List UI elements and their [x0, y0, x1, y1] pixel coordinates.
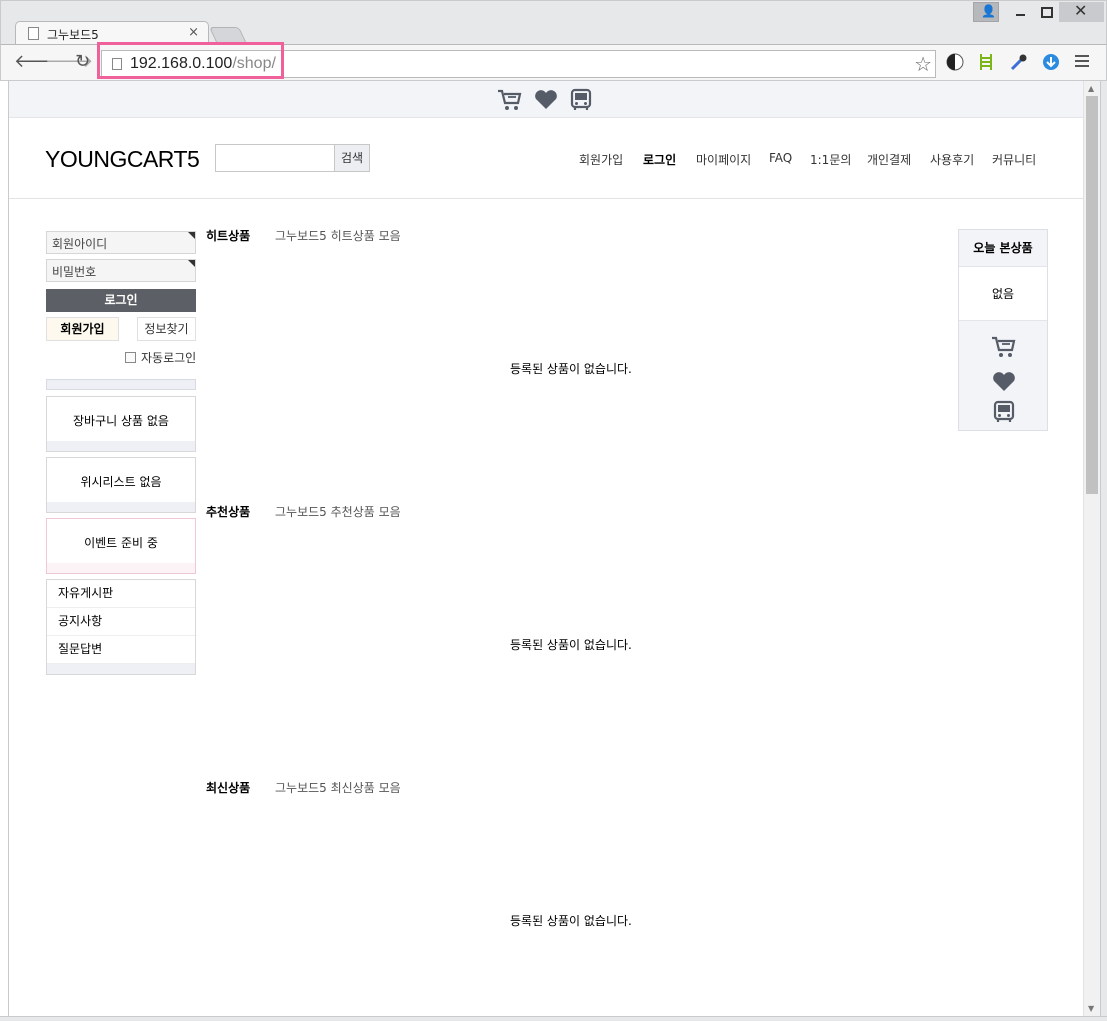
board-link-free[interactable]: 자유게시판 [47, 580, 195, 608]
nav-community[interactable]: 커뮤니티 [992, 151, 1036, 168]
section-title-recommend[interactable]: 추천상품 [206, 503, 250, 520]
wishlist-heart-icon[interactable] [991, 370, 1017, 394]
auto-login-checkbox[interactable] [125, 352, 136, 363]
download-extension-icon[interactable] [1041, 53, 1061, 73]
ladder-extension-icon[interactable] [976, 53, 996, 73]
page-viewport: YOUNGCART5 검색 회원가입 로그인 마이페이지 FAQ 1:1문의 개… [8, 81, 1083, 1016]
password-input[interactable]: 비밀번호 [46, 259, 196, 282]
board-list: 자유게시판 공지사항 질문답변 [46, 579, 196, 675]
site-logo[interactable]: YOUNGCART5 [45, 146, 200, 173]
find-info-button[interactable]: 정보찾기 [137, 317, 196, 341]
event-panel: 이벤트 준비 중 [46, 518, 196, 574]
section-desc-new: 그누보드5 최신상품 모음 [275, 781, 401, 795]
user-profile-button[interactable]: 👤 [973, 2, 999, 22]
wishlist-heart-icon[interactable] [533, 88, 559, 112]
bus-icon[interactable] [991, 400, 1017, 424]
vertical-scrollbar[interactable]: ▲ ▼ [1083, 81, 1100, 1016]
nav-faq[interactable]: FAQ [769, 151, 792, 165]
maximize-button[interactable] [1033, 2, 1059, 22]
scroll-up-icon[interactable]: ▲ [1088, 84, 1094, 93]
reload-icon[interactable]: ↻ [75, 51, 90, 72]
browser-menu-icon[interactable] [1075, 55, 1089, 70]
board-link-notice[interactable]: 공지사항 [47, 608, 195, 636]
join-button[interactable]: 회원가입 [46, 317, 119, 341]
login-button[interactable]: 로그인 [46, 289, 196, 312]
section-empty-hit: 등록된 상품이 없습니다. [510, 362, 632, 376]
quick-menu-bar [9, 81, 1083, 118]
close-icon: ✕ [1074, 1, 1088, 20]
event-empty-text: 이벤트 준비 중 [84, 536, 158, 550]
tab-close-icon[interactable]: × [188, 25, 199, 40]
search-button[interactable]: 검색 [334, 144, 370, 172]
member-id-input[interactable]: 회원아이디 [46, 231, 196, 254]
nav-join[interactable]: 회원가입 [579, 151, 623, 168]
nav-personal-pay[interactable]: 개인결제 [867, 151, 911, 168]
auto-login-label: 자동로그인 [141, 351, 197, 365]
today-viewed-title: 오늘 본상품 [959, 230, 1047, 267]
cart-icon[interactable] [497, 88, 523, 112]
cart-panel: 장바구니 상품 없음 [46, 396, 196, 452]
bus-icon[interactable] [568, 88, 594, 112]
search-input[interactable] [215, 144, 335, 172]
wishlist-panel: 위시리스트 없음 [46, 457, 196, 513]
minimize-button[interactable] [1007, 2, 1033, 22]
close-window-button[interactable]: ✕ [1059, 1, 1104, 22]
tab-title: 그누보드5 [47, 28, 99, 42]
window-frame-bottom [0, 1016, 1107, 1021]
window-frame-right [1100, 81, 1107, 1021]
nav-qa[interactable]: 1:1문의 [810, 151, 851, 168]
contrast-extension-icon[interactable] [945, 53, 965, 73]
today-viewed-empty: 없음 [959, 267, 1047, 321]
nav-reviews[interactable]: 사용후기 [930, 151, 974, 168]
url-highlight-box [97, 42, 284, 79]
eyedropper-extension-icon[interactable] [1009, 53, 1029, 73]
nav-login[interactable]: 로그인 [643, 151, 676, 168]
section-desc-hit: 그누보드5 히트상품 모음 [275, 229, 401, 243]
header-divider [9, 198, 1083, 199]
board-link-qna[interactable]: 질문답변 [47, 636, 195, 664]
section-desc-recommend: 그누보드5 추천상품 모음 [275, 505, 401, 519]
cart-icon[interactable] [991, 335, 1017, 359]
page-icon [28, 27, 39, 40]
browser-titlebar: 그누보드5 × 👤 ✕ [0, 0, 1107, 46]
auto-login-option[interactable]: 자동로그인 [125, 349, 196, 366]
nav-mypage[interactable]: 마이페이지 [696, 151, 751, 168]
section-title-hit[interactable]: 히트상품 [206, 227, 250, 244]
scrollbar-thumb[interactable] [1086, 96, 1098, 494]
user-icon: 👤 [981, 4, 996, 18]
bookmark-star-icon[interactable]: ☆ [914, 52, 932, 76]
section-title-new[interactable]: 최신상품 [206, 779, 250, 796]
cart-empty-text: 장바구니 상품 없음 [73, 414, 169, 428]
section-empty-new: 등록된 상품이 없습니다. [510, 914, 632, 928]
scroll-down-icon[interactable]: ▼ [1088, 1004, 1094, 1013]
section-empty-recommend: 등록된 상품이 없습니다. [510, 638, 632, 652]
today-viewed-panel: 오늘 본상품 없음 [958, 229, 1048, 431]
sidebar-spacer-bar [46, 379, 196, 390]
wishlist-empty-text: 위시리스트 없음 [80, 475, 162, 489]
